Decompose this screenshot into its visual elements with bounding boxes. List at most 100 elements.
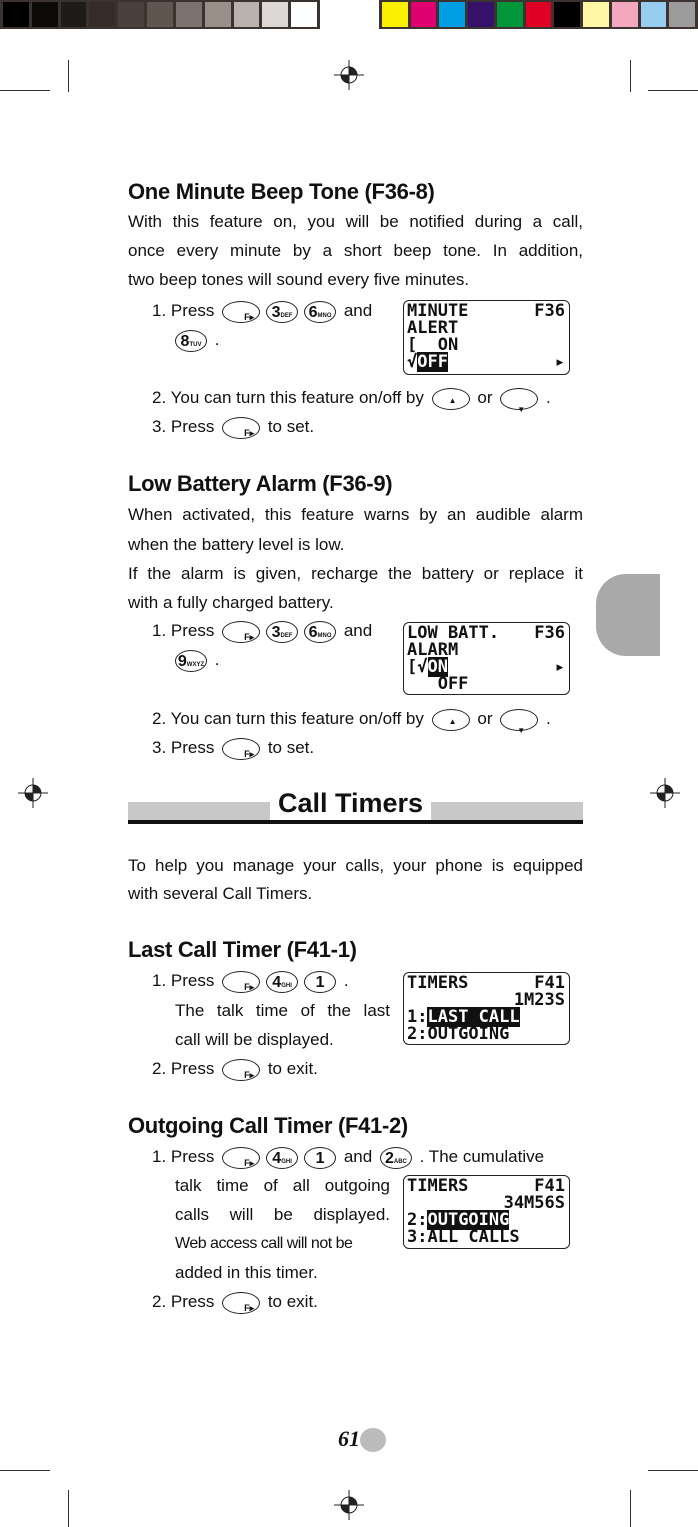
paragraph-line: two beep tones will sound every five min…	[128, 270, 470, 289]
paragraph-line: With this feature on, you will be notifi…	[128, 212, 583, 231]
paragraph-line: If the alarm is given, recharge the batt…	[128, 564, 583, 583]
step-text: Web access call will not be	[175, 1235, 353, 1252]
page-number: 61	[338, 1426, 360, 1451]
key-6-icon: 6MNO	[304, 620, 337, 643]
gray-swatch	[31, 2, 58, 27]
registration-mark-icon	[650, 778, 680, 808]
function-key-icon: F▸	[222, 1146, 261, 1169]
registration-mark-icon	[334, 60, 364, 90]
key-9-icon: 9WXYZ	[175, 649, 207, 672]
paragraph-line: with a fully charged battery.	[128, 593, 334, 612]
key-4-icon: 4GHI	[266, 1146, 299, 1169]
gray-swatch	[262, 2, 289, 27]
gray-swatch	[233, 2, 260, 27]
step-text: added in this timer.	[175, 1263, 318, 1282]
gray-swatch	[291, 2, 317, 27]
color-swatch	[640, 2, 667, 27]
step-3: 3. Press F▸ to set.	[152, 737, 315, 760]
color-swatch	[525, 2, 552, 27]
down-key-icon: ▼	[500, 387, 539, 414]
key-4-icon: 4GHI	[266, 970, 299, 993]
paragraph-line: once every minute by a short beep tone. …	[128, 241, 583, 260]
section-rule	[128, 820, 583, 824]
paragraph-line: with several Call Timers.	[128, 884, 313, 903]
step-text: 1. Press	[152, 301, 215, 320]
color-swatch	[669, 2, 696, 27]
lcd-display-outgoing: TIMERS F41 34M56S 2:OUTGOING 3:ALL CALLS	[403, 1175, 570, 1249]
function-key-icon: F▸	[222, 737, 261, 760]
gray-swatch	[3, 2, 29, 27]
step-2: 2. You can turn this feature on/off by ▲…	[152, 708, 551, 735]
gray-swatch	[118, 2, 145, 27]
color-swatch	[410, 2, 437, 27]
crop-mark	[0, 1470, 50, 1471]
function-key-icon: F▸	[222, 620, 261, 643]
key-2-icon: 2ABC	[379, 1146, 412, 1169]
gray-calibration-bar	[0, 0, 320, 29]
step-2: 2. You can turn this feature on/off by ▲…	[152, 387, 551, 414]
crop-mark	[68, 1490, 69, 1527]
down-key-icon: ▼	[500, 708, 539, 735]
step-1: 1. Press F▸ 4GHI 1 .	[152, 970, 349, 993]
lcd-display-last-call: TIMERS F41 1M23S 1:LAST CALL 2:OUTGOING	[403, 972, 570, 1045]
step-1: 1. Press F▸ 4GHI 1 and 2ABC . The cumulati…	[152, 1146, 545, 1169]
step-1-cont: 8TUV .	[172, 329, 219, 352]
step-3: 3. Press F▸ to set.	[152, 416, 315, 439]
key-3-icon: 3DEF	[266, 300, 299, 323]
up-key-icon: ▲	[431, 387, 470, 410]
lcd-display-minute-alert: MINUTE F36 ALERT [ ON √OFF ▸	[403, 300, 570, 375]
step-text: call will be displayed.	[175, 1030, 334, 1049]
paragraph-line: To help you manage your calls, your phon…	[128, 856, 583, 875]
crop-mark	[648, 90, 698, 91]
lcd-display-low-batt: LOW BATT. F36 ALARM [√ON ▸ OFF	[403, 622, 570, 695]
crop-mark	[630, 60, 631, 92]
function-key-icon: F▸	[222, 1058, 261, 1081]
registration-mark-icon	[334, 1490, 364, 1520]
gray-swatch	[204, 2, 231, 27]
key-8-icon: 8TUV	[175, 329, 207, 352]
color-swatch	[583, 2, 609, 27]
chapter-heading: Call Timers	[270, 786, 432, 820]
function-key-icon: F▸	[222, 970, 261, 993]
step-2: 2. Press F▸ to exit.	[152, 1291, 318, 1314]
paragraph-line: when the battery level is low.	[128, 535, 345, 554]
function-key-icon: F▸	[222, 416, 261, 439]
function-key-icon: F▸	[222, 1291, 261, 1314]
key-6-icon: 6MNO	[304, 300, 337, 323]
key-3-icon: 3DEF	[266, 620, 299, 643]
step-text: and	[343, 301, 373, 320]
up-key-icon: ▲	[431, 708, 470, 731]
crop-mark	[630, 1490, 631, 1527]
chapter-tab	[596, 574, 660, 656]
paragraph-line: When activated, this feature warns by an…	[128, 505, 583, 524]
section-title: Last Call Timer (F41-1)	[128, 937, 357, 962]
color-swatch	[439, 2, 466, 27]
gray-swatch	[89, 2, 116, 27]
registration-mark-icon	[18, 778, 48, 808]
crop-mark	[68, 60, 69, 92]
step-text: talk time of all outgoing	[175, 1176, 390, 1195]
key-1-icon: 1	[304, 1146, 337, 1169]
color-swatch	[554, 2, 581, 27]
section-title: Outgoing Call Timer (F41-2)	[128, 1113, 408, 1138]
gray-swatch	[60, 2, 87, 27]
crop-mark	[648, 1470, 698, 1471]
step-1-cont: 9WXYZ .	[172, 649, 219, 672]
step-1: 1. Press F▸ 3DEF 6MNO and	[152, 620, 373, 643]
gray-swatch	[175, 2, 202, 27]
function-key-icon: F▸	[222, 300, 261, 323]
color-calibration-bar	[379, 0, 698, 29]
crop-mark	[0, 90, 50, 91]
gray-swatch	[147, 2, 173, 27]
step-text: The talk time of the last	[175, 1001, 390, 1020]
key-1-icon: 1	[304, 970, 337, 993]
color-swatch	[611, 2, 638, 27]
color-swatch	[496, 2, 523, 27]
section-title: Low Battery Alarm (F36-9)	[128, 471, 393, 496]
page-number-badge	[360, 1428, 386, 1452]
step-text: calls will be displayed.	[175, 1205, 390, 1224]
step-2: 2. Press F▸ to exit.	[152, 1058, 318, 1081]
color-swatch	[468, 2, 494, 27]
color-swatch	[382, 2, 408, 27]
section-title: One Minute Beep Tone (F36-8)	[128, 179, 435, 204]
